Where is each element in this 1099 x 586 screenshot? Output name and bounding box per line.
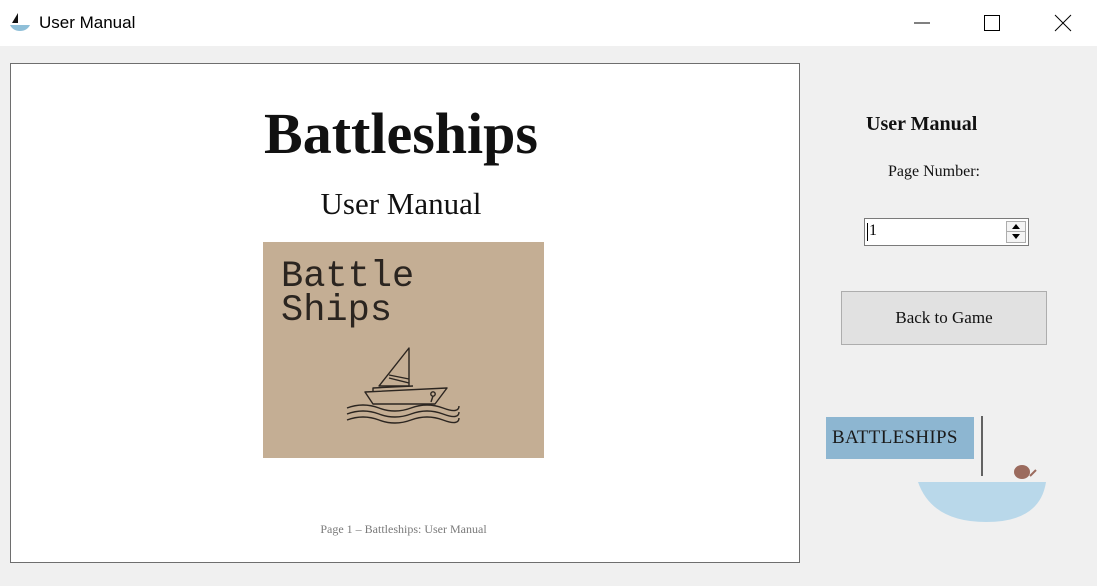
- minimize-button[interactable]: [899, 0, 945, 46]
- text-caret: [867, 223, 868, 241]
- page-footer: Page 1 – Battleships: User Manual: [320, 522, 487, 536]
- minimize-icon: [914, 22, 930, 24]
- battleships-logo: BATTLESHIPS: [826, 414, 1050, 526]
- document-title: Battleships: [264, 101, 538, 166]
- spin-up-button[interactable]: [1007, 222, 1025, 232]
- spinner-buttons: [1006, 221, 1026, 243]
- cover-title-line2: Ships: [281, 290, 393, 332]
- close-button[interactable]: [1040, 0, 1086, 46]
- maximize-button[interactable]: [969, 0, 1015, 46]
- sailboat-icon: [10, 13, 30, 31]
- cover-title: Battle Ships: [281, 256, 415, 332]
- cover-image: Battle Ships: [263, 242, 544, 458]
- cover-title-line1: Battle: [281, 256, 415, 298]
- window-title: User Manual: [39, 13, 136, 32]
- document-subtitle: User Manual: [320, 186, 482, 221]
- manual-page-view: Battleships User Manual Battle Ships Pag…: [10, 63, 800, 563]
- back-to-game-button[interactable]: Back to Game: [841, 291, 1047, 345]
- page-number-value[interactable]: 1: [869, 222, 877, 240]
- sidebar-heading: User Manual: [866, 113, 978, 135]
- logo-text: BATTLESHIPS: [832, 427, 958, 448]
- maximize-icon: [984, 15, 1000, 31]
- sailboat-on-waves-icon: [346, 347, 460, 424]
- page-number-label: Page Number:: [888, 163, 980, 180]
- title-bar: User Manual: [0, 0, 1099, 46]
- spin-down-button[interactable]: [1007, 232, 1025, 242]
- page-number-spinbox[interactable]: 1: [864, 218, 1029, 246]
- close-icon: [1054, 14, 1072, 32]
